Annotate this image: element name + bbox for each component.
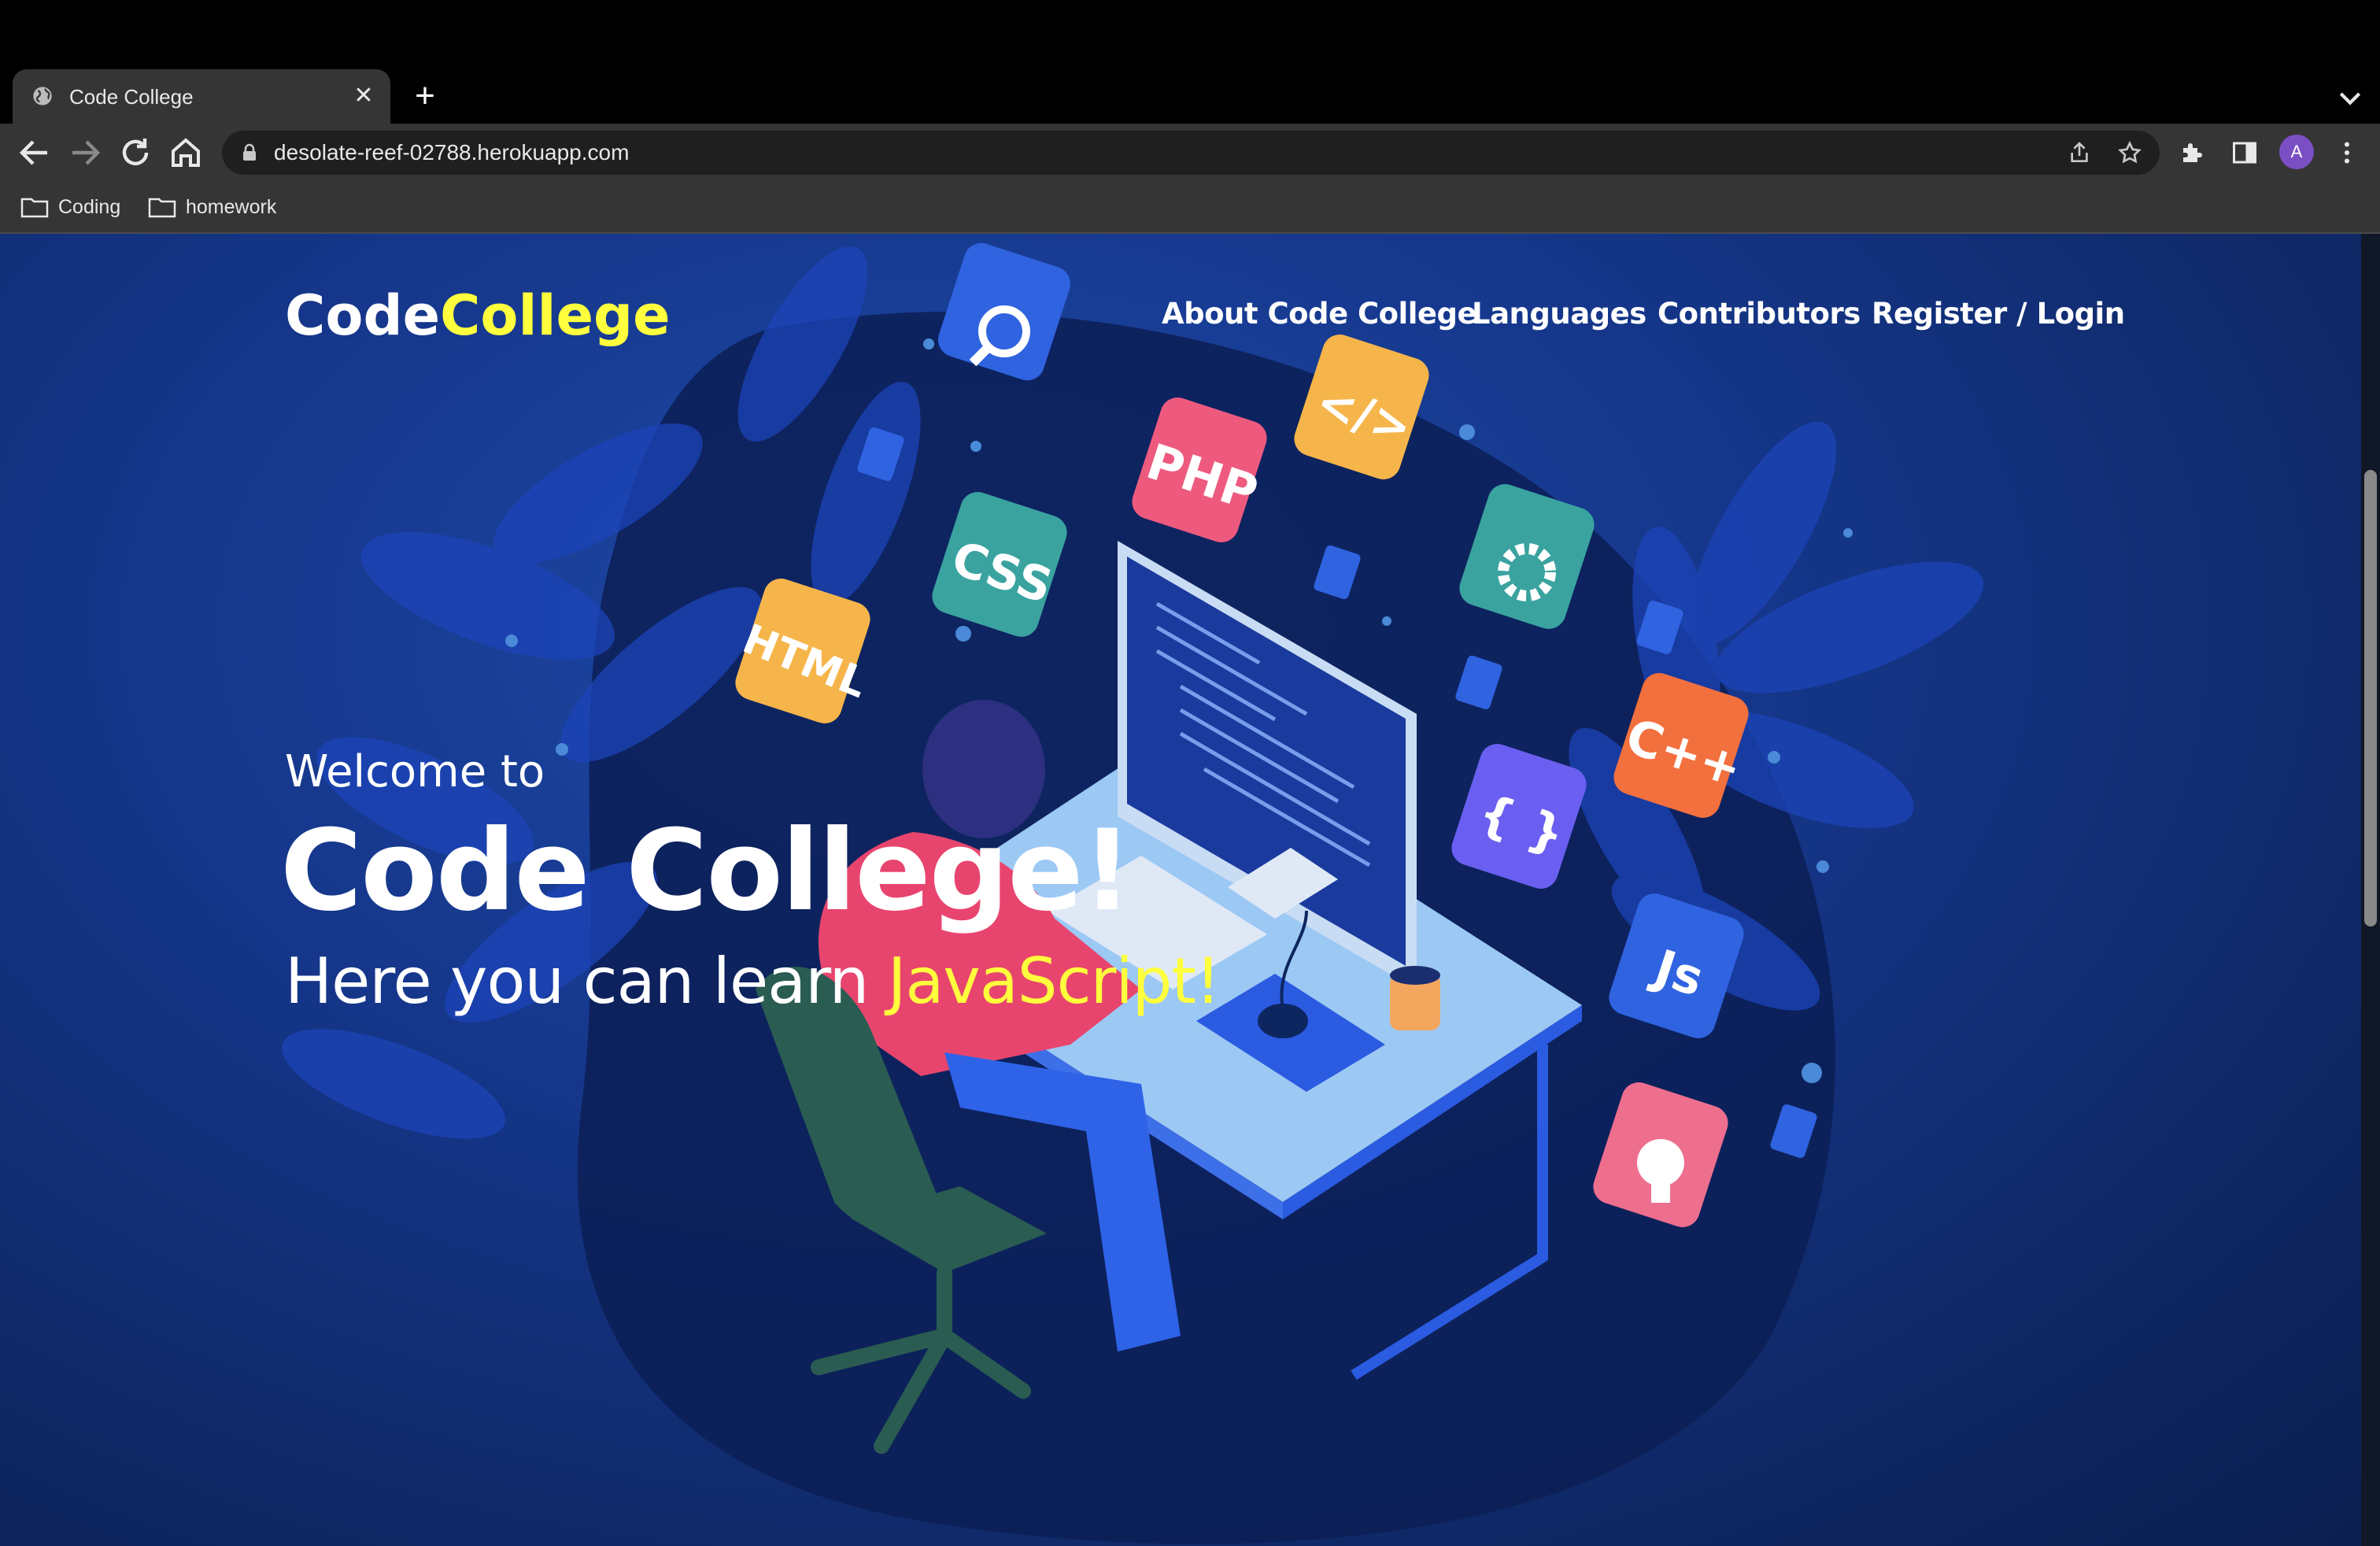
chevron-down-icon[interactable] bbox=[2334, 82, 2366, 113]
nav-contributors[interactable]: Contributors bbox=[1658, 295, 1861, 333]
bookmark-star-icon[interactable] bbox=[2117, 140, 2142, 165]
folder-icon bbox=[148, 198, 176, 218]
profile-avatar[interactable]: A bbox=[2279, 135, 2314, 169]
extensions-puzzle-icon[interactable] bbox=[2179, 139, 2207, 167]
hero-subtitle-prefix: Here you can learn bbox=[285, 945, 888, 1018]
browser-toolbar: desolate-reef-02788.herokuapp.com bbox=[0, 124, 2380, 182]
home-icon[interactable] bbox=[167, 134, 205, 172]
logo-code: Code bbox=[285, 283, 441, 348]
nav-about[interactable]: About Code College bbox=[1162, 295, 1477, 333]
bookmark-label: Coding bbox=[58, 196, 121, 218]
browser-tab[interactable]: Code College ✕ bbox=[13, 69, 390, 124]
globe-icon bbox=[33, 87, 52, 105]
webpage-hero: </> PHP CSS HTML C++ { } Js CodeCollege … bbox=[0, 234, 2380, 1546]
address-bar[interactable]: desolate-reef-02788.herokuapp.com bbox=[222, 131, 2160, 175]
nav-languages[interactable]: Languages bbox=[1472, 295, 1646, 333]
back-arrow-icon[interactable] bbox=[16, 134, 54, 172]
hero-welcome: Welcome to bbox=[285, 746, 545, 797]
hero-subtitle-highlight: JavaScript! bbox=[887, 945, 1221, 1018]
hero-subtitle: Here you can learn JavaScript! bbox=[285, 944, 1221, 1019]
hero-title: Code College! bbox=[280, 806, 1133, 936]
side-panel-icon[interactable] bbox=[2230, 139, 2259, 167]
scrollbar-thumb[interactable] bbox=[2364, 470, 2377, 926]
bookmark-folder-coding[interactable]: Coding bbox=[20, 193, 131, 221]
forward-arrow-icon[interactable] bbox=[66, 134, 104, 172]
logo-college: College bbox=[440, 283, 671, 348]
new-tab-button[interactable]: + bbox=[406, 79, 444, 117]
lock-icon[interactable] bbox=[241, 143, 258, 162]
more-menu-icon[interactable] bbox=[2333, 139, 2361, 167]
tab-title: Code College bbox=[69, 85, 194, 109]
browser-tab-strip: Code College ✕ + bbox=[0, 0, 2380, 124]
share-icon[interactable] bbox=[2067, 140, 2092, 165]
url-text[interactable]: desolate-reef-02788.herokuapp.com bbox=[274, 139, 629, 166]
nav-register-login[interactable]: Register / Login bbox=[1872, 295, 2125, 333]
page-scrollbar[interactable] bbox=[2361, 234, 2380, 1546]
reload-icon[interactable] bbox=[116, 134, 154, 172]
folder-icon bbox=[20, 198, 49, 218]
bookmarks-bar: Coding homework bbox=[0, 182, 2380, 234]
close-tab-icon[interactable]: ✕ bbox=[351, 83, 376, 109]
bookmark-label: homework bbox=[186, 196, 277, 218]
site-logo[interactable]: CodeCollege bbox=[285, 283, 671, 349]
bookmark-folder-homework[interactable]: homework bbox=[148, 193, 290, 221]
